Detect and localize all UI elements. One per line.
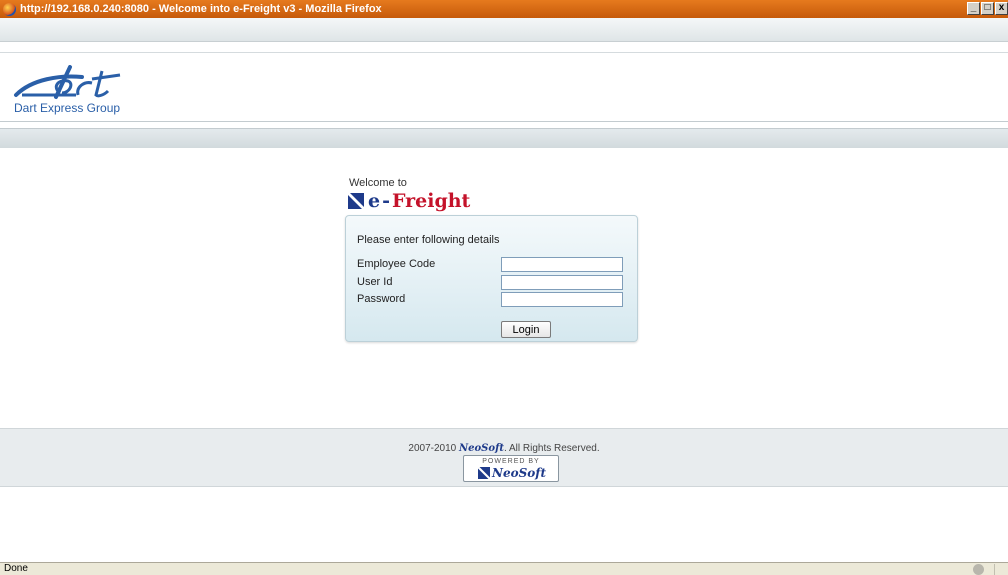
copyright-suffix: . All Rights Reserved. — [504, 443, 600, 454]
copyright-text: 2007-2010 NeoSoft. All Rights Reserved. — [0, 443, 1008, 454]
brand-freight: Freight — [391, 190, 471, 212]
employee-code-label: Employee Code — [357, 258, 436, 270]
user-id-row: User Id — [357, 275, 627, 291]
login-button[interactable]: Login — [501, 321, 551, 338]
browser-toolbar — [0, 18, 1008, 42]
user-id-input[interactable] — [501, 275, 623, 290]
employee-code-row: Employee Code — [357, 257, 627, 273]
efreight-brand: e - Freight — [348, 190, 470, 212]
user-id-label: User Id — [357, 276, 393, 288]
company-name: Dart Express Group — [14, 101, 121, 115]
status-icon — [973, 564, 984, 575]
brand-dash: - — [382, 190, 390, 212]
password-input[interactable] — [501, 292, 623, 307]
powered-by-badge[interactable]: POWERED BY NeoSoft — [463, 455, 559, 482]
status-bar: Done — [0, 562, 1008, 575]
site-header: Dart Express Group — [0, 52, 1008, 122]
powered-by-brand: NeoSoft — [478, 466, 546, 480]
powered-brand-name: NeoSoft — [492, 466, 546, 480]
neosoft-mark-icon — [348, 193, 364, 209]
window-titlebar: http://192.168.0.240:8080 - Welcome into… — [0, 0, 1008, 18]
firefox-icon — [3, 2, 16, 16]
minimize-button[interactable]: _ — [967, 2, 980, 15]
copyright-brand: NeoSoft — [459, 443, 504, 454]
dart-logo-icon — [14, 65, 121, 99]
page-footer: 2007-2010 NeoSoft. All Rights Reserved. … — [0, 428, 1008, 487]
copyright-years: 2007-2010 — [408, 443, 457, 454]
maximize-button[interactable]: □ — [981, 2, 994, 15]
employee-code-input[interactable] — [501, 257, 623, 272]
window-controls: _ □ x — [966, 2, 1008, 15]
powered-by-label: POWERED BY — [482, 458, 540, 465]
login-panel: Please enter following details Employee … — [345, 215, 638, 342]
resize-grip[interactable] — [994, 564, 1006, 575]
login-intro: Please enter following details — [357, 234, 500, 246]
neosoft-logo-icon — [478, 467, 490, 479]
status-text: Done — [4, 563, 28, 574]
nav-bar — [0, 128, 1008, 148]
password-row: Password — [357, 292, 627, 308]
close-button[interactable]: x — [995, 2, 1008, 15]
brand-e: e — [368, 190, 381, 212]
window-title: http://192.168.0.240:8080 - Welcome into… — [20, 3, 382, 15]
welcome-text: Welcome to — [349, 177, 407, 189]
password-label: Password — [357, 293, 406, 305]
